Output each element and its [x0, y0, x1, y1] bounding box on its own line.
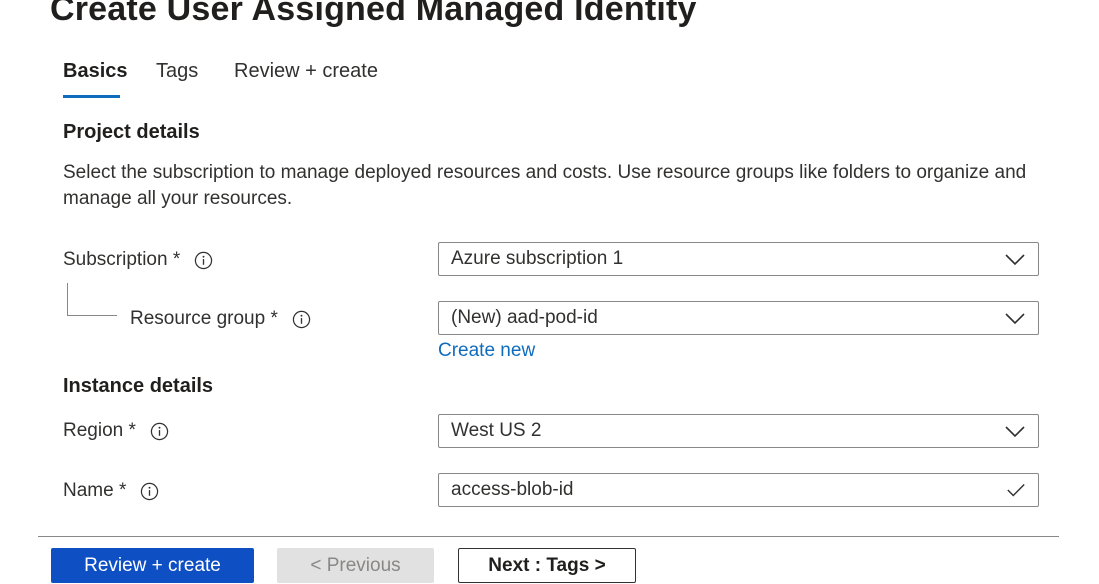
resource-group-label-row: Resource group *	[130, 308, 311, 330]
name-label-row: Name *	[63, 480, 159, 502]
previous-button[interactable]: < Previous	[277, 548, 434, 583]
name-value: access-blob-id	[451, 479, 574, 500]
review-create-button[interactable]: Review + create	[51, 548, 254, 583]
tree-connector	[67, 315, 117, 316]
info-icon[interactable]	[150, 422, 169, 441]
tab-review-create[interactable]: Review + create	[234, 60, 378, 83]
info-icon[interactable]	[194, 251, 213, 270]
tab-basics[interactable]: Basics	[63, 60, 128, 83]
resource-group-value: (New) aad-pod-id	[451, 307, 598, 328]
tree-connector	[67, 283, 68, 315]
name-label: Name *	[63, 480, 127, 501]
name-input[interactable]: access-blob-id	[438, 473, 1039, 507]
tab-tags[interactable]: Tags	[156, 60, 198, 83]
project-details-description: Select the subscription to manage deploy…	[63, 162, 1027, 209]
next-tags-button[interactable]: Next : Tags >	[458, 548, 636, 583]
page-title: Create User Assigned Managed Identity	[50, 0, 697, 28]
region-select[interactable]: West US 2	[438, 414, 1039, 448]
chevron-down-icon	[1005, 254, 1025, 266]
info-icon[interactable]	[292, 310, 311, 329]
chevron-down-icon	[1005, 313, 1025, 325]
subscription-value: Azure subscription 1	[451, 248, 624, 269]
chevron-down-icon	[1005, 426, 1025, 438]
region-value: West US 2	[451, 420, 542, 441]
info-icon[interactable]	[140, 482, 159, 501]
instance-details-heading: Instance details	[63, 375, 214, 397]
region-label-row: Region *	[63, 420, 169, 442]
create-new-link[interactable]: Create new	[438, 340, 535, 362]
footer-divider	[38, 536, 1059, 537]
project-details-heading: Project details	[63, 121, 200, 143]
subscription-label: Subscription *	[63, 249, 181, 270]
checkmark-icon	[1007, 484, 1025, 497]
subscription-label-row: Subscription *	[63, 249, 213, 271]
resource-group-label: Resource group *	[130, 308, 278, 329]
resource-group-select[interactable]: (New) aad-pod-id	[438, 301, 1039, 335]
subscription-select[interactable]: Azure subscription 1	[438, 242, 1039, 276]
active-tab-indicator	[63, 95, 120, 98]
region-label: Region *	[63, 420, 136, 441]
